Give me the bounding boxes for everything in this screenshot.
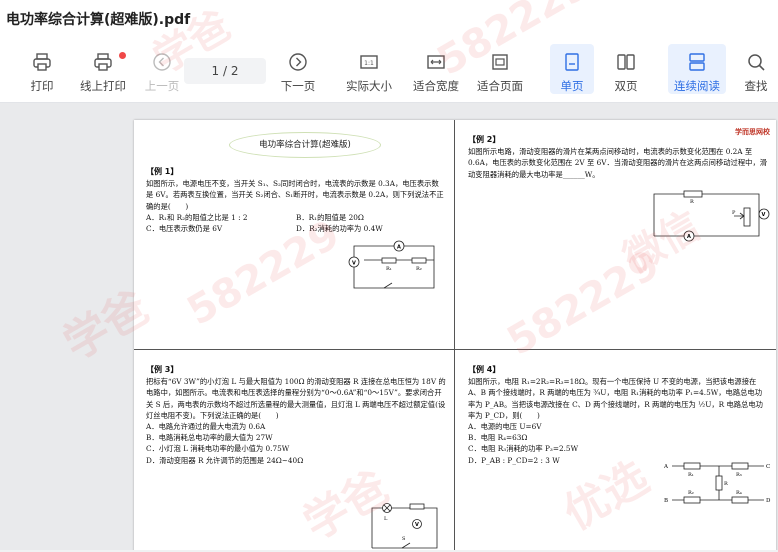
circuit-diagram-4: A C B D R₁ R₃ R₂ R₄ R	[664, 462, 771, 504]
svg-text:S: S	[402, 536, 406, 542]
find-button[interactable]: 查找	[738, 44, 774, 94]
continuous-reading-icon	[689, 53, 705, 71]
circuit-diagram-1: A V R₁ R₂	[348, 240, 435, 289]
svg-text:R₂: R₂	[688, 490, 694, 496]
find-label: 查找	[744, 79, 768, 93]
notification-badge	[119, 52, 126, 59]
fit-page-label: 适合页面	[477, 79, 523, 93]
question-1: 【例 1】 如图所示，电源电压不变，当开关 S₁、S₂同时闭合时，电流表的示数是…	[146, 166, 446, 234]
svg-text:A: A	[687, 234, 691, 240]
svg-text:V: V	[352, 261, 356, 267]
question-3-option-b: B．电路消耗总电功率的最大值为 27W	[146, 433, 273, 443]
svg-text:R₂: R₂	[416, 266, 422, 272]
question-3-option-c: C．小灯泡 L 消耗电功率的最小值为 0.75W	[146, 444, 290, 454]
double-page-button[interactable]: 双页	[604, 44, 648, 94]
svg-text:R: R	[690, 199, 694, 205]
question-2: 【例 2】 如图所示电路，滑动变阻器的滑片在某两点间移动时，电流表的示数变化范围…	[468, 134, 768, 180]
chevron-right-circle-icon	[289, 53, 307, 71]
svg-text:D: D	[766, 498, 771, 504]
actual-size-label: 实际大小	[346, 79, 392, 93]
fit-width-icon	[427, 55, 445, 69]
question-1-body: 如图所示，电源电压不变，当开关 S₁、S₂同时闭合时，电流表的示数是 0.3A，…	[146, 179, 444, 211]
online-print-button[interactable]: 线上打印	[76, 44, 130, 94]
question-3-title: 【例 3】	[146, 365, 179, 374]
column-divider	[454, 120, 455, 550]
single-page-button[interactable]: 单页	[550, 44, 594, 94]
svg-text:R₁: R₁	[386, 266, 392, 272]
svg-text:L: L	[384, 516, 388, 522]
fit-page-icon	[492, 54, 508, 70]
question-4-option-a: A．电源的电压 U=6V	[468, 422, 542, 432]
document-title: 电功率综合计算(超难版).pdf	[6, 12, 191, 28]
svg-text:R: R	[724, 481, 728, 487]
continuous-reading-button[interactable]: 连续阅读	[668, 44, 726, 94]
printer-icon	[33, 53, 51, 71]
svg-text:A: A	[397, 245, 401, 251]
continuous-reading-label: 连续阅读	[674, 79, 720, 93]
printer-icon	[94, 53, 112, 71]
svg-text:R₁: R₁	[688, 472, 694, 478]
question-4: 【例 4】 如图所示，电阻 R₁=2R₂=R₃=18Ω。现有一个电压保持 U 不…	[468, 364, 768, 466]
question-3-body: 把标有“6V 3W”的小灯泡 L 与最大阻值为 100Ω 的滑动变阻器 R 连接…	[146, 377, 446, 420]
question-1-option-b: B．R₁的阻值是 20Ω	[296, 212, 364, 222]
prev-page-label: 上一页	[144, 79, 180, 93]
question-3-option-a: A．电路允许通过的最大电流为 0.6A	[146, 422, 266, 432]
question-4-option-c: C．电阻 R₃消耗的功率 P₃=2.5W	[468, 444, 579, 454]
svg-text:1:1: 1:1	[364, 60, 374, 67]
question-2-body: 如图所示电路，滑动变阻器的滑片在某两点间移动时，电流表的示数变化范围在 0.2A…	[468, 147, 768, 179]
double-page-icon	[617, 54, 635, 70]
fit-width-button[interactable]: 适合宽度	[408, 44, 464, 94]
question-1-title: 【例 1】	[146, 167, 179, 176]
document-viewport[interactable]: 电功率综合计算(超难版) 学而思网校 【例 1】 如图所示，电源电压不变，当开关…	[0, 103, 778, 550]
toolbar: 打印 线上打印 上一页 下一页 1:1 实际大小 适合宽度 适合页面 单页 双页…	[0, 38, 778, 103]
fit-width-label: 适合宽度	[413, 79, 459, 93]
page-indicator-input[interactable]: 1 / 2	[184, 58, 266, 84]
pdf-page: 电功率综合计算(超难版) 学而思网校 【例 1】 如图所示，电源电压不变，当开关…	[134, 120, 776, 550]
svg-text:A: A	[664, 464, 669, 470]
worksheet-banner: 电功率综合计算(超难版)	[229, 132, 381, 158]
svg-text:B: B	[664, 498, 668, 504]
row-divider	[134, 349, 776, 350]
title-bar: 电功率综合计算(超难版).pdf	[0, 0, 778, 38]
next-page-button[interactable]: 下一页	[276, 44, 320, 94]
search-icon	[748, 54, 765, 71]
svg-text:R₃: R₃	[736, 472, 742, 478]
single-page-icon	[565, 53, 579, 71]
question-1-option-d: D．R₂消耗的功率为 0.4W	[296, 224, 383, 234]
next-page-label: 下一页	[280, 79, 316, 93]
online-print-label: 线上打印	[80, 79, 126, 93]
single-page-label: 单页	[560, 79, 584, 93]
question-4-title: 【例 4】	[468, 365, 501, 374]
question-2-title: 【例 2】	[468, 135, 501, 144]
double-page-label: 双页	[614, 79, 638, 93]
actual-size-icon: 1:1	[360, 55, 378, 69]
fit-page-button[interactable]: 适合页面	[472, 44, 528, 94]
question-4-body: 如图所示，电阻 R₁=2R₂=R₃=18Ω。现有一个电压保持 U 不变的电源，当…	[468, 377, 763, 420]
svg-text:C: C	[766, 464, 770, 470]
svg-text:P: P	[732, 210, 736, 216]
svg-text:R₄: R₄	[736, 490, 742, 496]
actual-size-button[interactable]: 1:1 实际大小	[340, 44, 398, 94]
svg-text:V: V	[415, 522, 419, 528]
question-3-option-d: D．滑动变阻器 R 允许调节的范围是 24Ω~40Ω	[146, 455, 304, 465]
question-3: 【例 3】 把标有“6V 3W”的小灯泡 L 与最大阻值为 100Ω 的滑动变阻…	[146, 364, 446, 466]
circuit-diagram-3: V L S	[371, 503, 438, 549]
chevron-left-circle-icon	[153, 53, 171, 71]
question-1-option-a: A．R₁和 R₂的阻值之比是 1 : 2	[146, 212, 248, 222]
question-1-option-c: C．电压表示数仍是 6V	[146, 224, 223, 234]
print-label: 打印	[30, 79, 54, 93]
circuit-diagram-2: R P V A	[653, 190, 770, 242]
print-button[interactable]: 打印	[24, 44, 60, 94]
question-4-option-b: B．电阻 R₄=63Ω	[468, 433, 528, 443]
prev-page-button[interactable]: 上一页	[140, 44, 184, 94]
svg-text:V: V	[762, 212, 766, 218]
